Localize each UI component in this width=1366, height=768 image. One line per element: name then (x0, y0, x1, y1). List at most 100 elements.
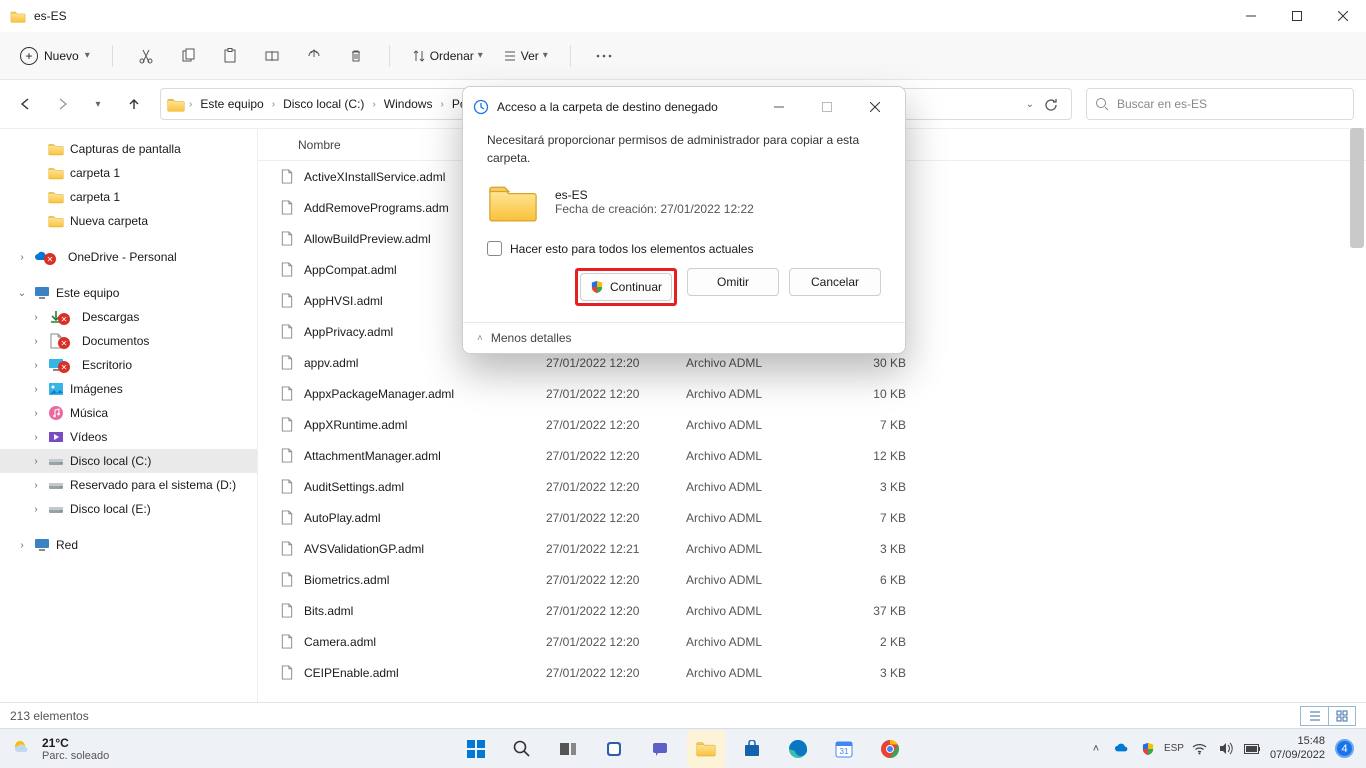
chevron-right-icon[interactable]: › (30, 312, 42, 323)
sidebar-item[interactable]: ›Reservado para el sistema (D:) (0, 473, 257, 497)
file-row[interactable]: Camera.adml27/01/2022 12:20Archivo ADML2… (258, 626, 1366, 657)
breadcrumb-item[interactable]: Windows (380, 95, 437, 113)
chevron-right-icon[interactable]: › (30, 336, 42, 347)
folder-icon (10, 10, 26, 23)
chevron-right-icon[interactable]: › (30, 456, 42, 467)
notification-badge[interactable]: 4 (1335, 739, 1354, 758)
nav-back[interactable] (12, 90, 40, 118)
chevron-down-icon[interactable]: ⌄ (1026, 99, 1034, 110)
sidebar-item[interactable]: ›Música (0, 401, 257, 425)
dialog-maximize[interactable] (807, 93, 847, 121)
window-maximize[interactable] (1274, 0, 1320, 32)
sidebar-item-thispc[interactable]: ⌄ Este equipo (0, 281, 257, 305)
tray-language-icon[interactable]: ESP (1166, 741, 1182, 757)
view-large-toggle[interactable] (1328, 706, 1356, 726)
chevron-right-icon[interactable]: › (30, 408, 42, 419)
view-label: Ver (521, 49, 539, 63)
sort-label: Ordenar (430, 49, 474, 63)
search-input[interactable]: Buscar en es-ES (1086, 88, 1354, 120)
edge-button[interactable] (779, 730, 817, 768)
sidebar-item[interactable]: ›Disco local (C:) (0, 449, 257, 473)
calendar-button[interactable]: 31 (825, 730, 863, 768)
new-button[interactable]: + Nuevo ▾ (12, 43, 98, 69)
sidebar-item-network[interactable]: › Red (0, 533, 257, 557)
sidebar-item[interactable]: Capturas de pantalla (0, 137, 257, 161)
chevron-down-icon[interactable]: ⌄ (16, 288, 28, 299)
chevron-right-icon[interactable]: › (30, 504, 42, 515)
scrollbar[interactable] (1350, 128, 1364, 700)
window-minimize[interactable] (1228, 0, 1274, 32)
dialog-minimize[interactable] (759, 93, 799, 121)
less-details-button[interactable]: Menos detalles (491, 331, 572, 345)
share-button[interactable] (295, 40, 333, 72)
taskview-button[interactable] (549, 730, 587, 768)
delete-button[interactable] (337, 40, 375, 72)
sidebar-item[interactable]: ›✕Documentos (0, 329, 257, 353)
tray-security-icon[interactable] (1140, 741, 1156, 757)
rename-button[interactable] (253, 40, 291, 72)
window-close[interactable] (1320, 0, 1366, 32)
file-date: 27/01/2022 12:20 (546, 604, 686, 618)
chevron-up-icon: ˄ (477, 333, 483, 344)
tray-chevron-icon[interactable]: ˄ (1088, 741, 1104, 757)
sort-button[interactable]: Ordenar ▾ (404, 45, 491, 67)
chevron-right-icon[interactable]: › (30, 480, 42, 491)
file-row[interactable]: AppXRuntime.adml27/01/2022 12:20Archivo … (258, 409, 1366, 440)
scrollbar-thumb[interactable] (1350, 128, 1364, 248)
nav-up[interactable] (120, 90, 148, 118)
breadcrumb-item[interactable]: Disco local (C:) (279, 95, 368, 113)
nav-forward[interactable] (48, 90, 76, 118)
copy-button[interactable] (169, 40, 207, 72)
view-button[interactable]: Ver ▾ (495, 45, 556, 67)
chevron-right-icon[interactable]: › (16, 540, 28, 551)
chevron-right-icon[interactable]: › (30, 384, 42, 395)
widgets-button[interactable] (595, 730, 633, 768)
skip-button[interactable]: Omitir (687, 268, 779, 296)
file-row[interactable]: AutoPlay.adml27/01/2022 12:20Archivo ADM… (258, 502, 1366, 533)
chrome-button[interactable] (871, 730, 909, 768)
sidebar-item[interactable]: ›Disco local (E:) (0, 497, 257, 521)
continue-button[interactable]: Continuar (580, 273, 672, 301)
file-row[interactable]: AppxPackageManager.adml27/01/2022 12:20A… (258, 378, 1366, 409)
search-button[interactable] (503, 730, 541, 768)
clock[interactable]: 15:48 07/09/2022 (1270, 735, 1325, 761)
sidebar-item[interactable]: carpeta 1 (0, 161, 257, 185)
store-button[interactable] (733, 730, 771, 768)
nav-recent[interactable]: ▾ (84, 90, 112, 118)
file-row[interactable]: Bits.adml27/01/2022 12:20Archivo ADML37 … (258, 595, 1366, 626)
file-row[interactable]: AVSValidationGP.adml27/01/2022 12:21Arch… (258, 533, 1366, 564)
start-button[interactable] (457, 730, 495, 768)
chevron-right-icon[interactable]: › (30, 432, 42, 443)
tray-wifi-icon[interactable] (1192, 741, 1208, 757)
tray-volume-icon[interactable] (1218, 741, 1234, 757)
weather-widget[interactable]: 21°C Parc. soleado (12, 736, 109, 762)
sidebar-item[interactable]: ›✕Escritorio (0, 353, 257, 377)
file-row[interactable]: CEIPEnable.adml27/01/2022 12:20Archivo A… (258, 657, 1366, 688)
chevron-right-icon[interactable]: › (30, 360, 42, 371)
sidebar: Capturas de pantallacarpeta 1carpeta 1Nu… (0, 129, 258, 702)
do-for-all-checkbox[interactable] (487, 241, 502, 256)
cut-button[interactable] (127, 40, 165, 72)
sidebar-item[interactable]: carpeta 1 (0, 185, 257, 209)
refresh-icon[interactable] (1044, 97, 1059, 112)
file-row[interactable]: Biometrics.adml27/01/2022 12:20Archivo A… (258, 564, 1366, 595)
paste-button[interactable] (211, 40, 249, 72)
tray-battery-icon[interactable] (1244, 741, 1260, 757)
dialog-close[interactable] (855, 93, 895, 121)
tray-onedrive-icon[interactable] (1114, 741, 1130, 757)
explorer-button[interactable] (687, 730, 725, 768)
chevron-right-icon[interactable]: › (16, 252, 28, 263)
breadcrumb-item[interactable]: Este equipo (196, 95, 267, 113)
view-details-toggle[interactable] (1300, 706, 1328, 726)
sidebar-item[interactable]: ›Imágenes (0, 377, 257, 401)
sidebar-item[interactable]: ›Vídeos (0, 425, 257, 449)
file-row[interactable]: AuditSettings.adml27/01/2022 12:20Archiv… (258, 471, 1366, 502)
sidebar-item[interactable]: Nueva carpeta (0, 209, 257, 233)
sidebar-item[interactable]: ›✕Descargas (0, 305, 257, 329)
cancel-button[interactable]: Cancelar (789, 268, 881, 296)
sidebar-item-onedrive[interactable]: › ✕ OneDrive - Personal (0, 245, 257, 269)
more-button[interactable] (585, 40, 623, 72)
file-row[interactable]: AttachmentManager.adml27/01/2022 12:20Ar… (258, 440, 1366, 471)
file-name: AppXRuntime.adml (304, 418, 546, 432)
chat-button[interactable] (641, 730, 679, 768)
